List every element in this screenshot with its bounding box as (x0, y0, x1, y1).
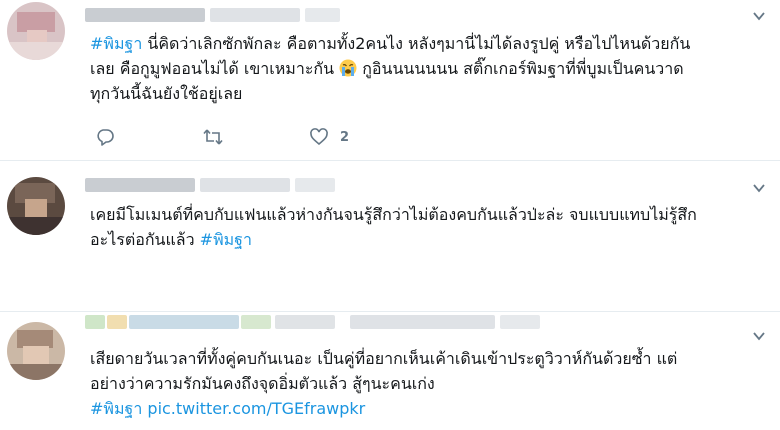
tweet-header-redacted (85, 178, 415, 196)
hashtag-link[interactable]: #พิมฐา (90, 399, 142, 418)
chevron-down-icon[interactable] (752, 181, 766, 195)
hashtag-link[interactable]: #พิมฐา (200, 230, 252, 249)
loudly-crying-face-emoji (339, 59, 357, 77)
hashtag-link[interactable]: #พิมฐา (90, 34, 142, 53)
chevron-down-icon[interactable] (752, 329, 766, 343)
tweet-text: #พิมฐา นี่คิดว่าเลิกซักพักละ คือตามทั้ง2… (90, 34, 691, 103)
media-link[interactable]: pic.twitter.com/TGEfrawpkr (147, 399, 365, 418)
chevron-down-icon[interactable] (752, 9, 766, 23)
tweet-text: เคยมีโมเมนต์ที่คบกับแฟนแล้วห่างกันจนรู้ส… (90, 205, 697, 249)
retweet-button[interactable] (203, 126, 234, 148)
tweet-2[interactable]: เคยมีโมเมนต์ที่คบกับแฟนแล้วห่างกันจนรู้ส… (0, 161, 780, 311)
tweet-text: เสียดายวันเวลาที่ทั้งคู่คบกันเนอะ เป็นคู… (90, 349, 678, 418)
like-count: 2 (340, 129, 350, 145)
tweet-actions: 2 (95, 126, 395, 148)
like-button[interactable]: 2 (309, 126, 349, 148)
avatar[interactable] (7, 177, 65, 235)
reply-button[interactable] (95, 126, 126, 148)
like-icon (310, 128, 328, 146)
tweet-1[interactable]: #พิมฐา นี่คิดว่าเลิกซักพักละ คือตามทั้ง2… (0, 0, 780, 160)
reply-icon (97, 129, 114, 146)
avatar[interactable] (7, 322, 65, 380)
avatar[interactable] (7, 2, 65, 60)
tweet-header-redacted (85, 8, 445, 26)
tweet-header-redacted (85, 315, 545, 333)
retweet-icon (203, 129, 223, 145)
tweet-3[interactable]: เสียดายวันเวลาที่ทั้งคู่คบกันเนอะ เป็นคู… (0, 312, 780, 430)
